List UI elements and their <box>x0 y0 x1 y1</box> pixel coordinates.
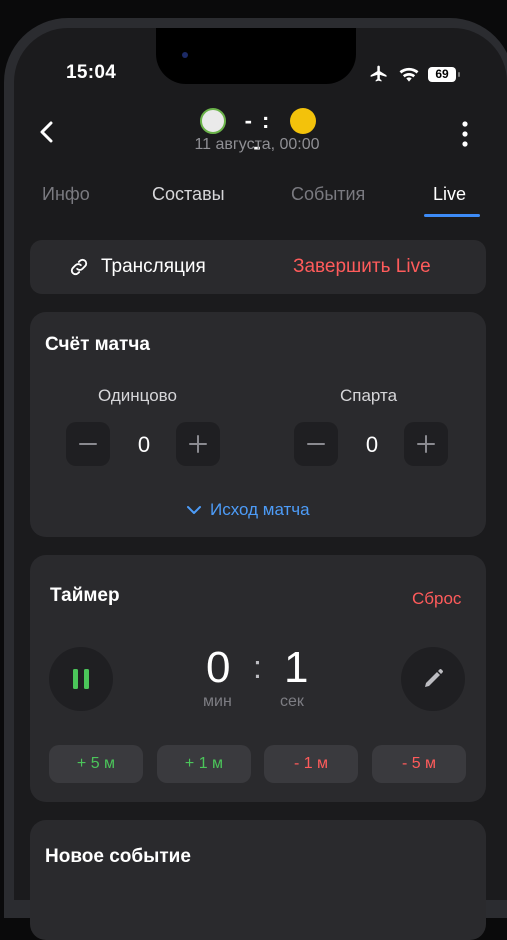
tab-live[interactable]: Live <box>433 184 466 205</box>
add-1-min-button[interactable]: + 1 м <box>157 745 251 783</box>
seconds-label: сек <box>280 693 304 710</box>
wifi-icon <box>399 67 419 82</box>
broadcast-button[interactable]: Трансляция <box>101 256 206 278</box>
timer-reset-button[interactable]: Сброс <box>412 589 461 609</box>
match-date: 11 августа, 00:00 <box>194 136 320 153</box>
subtract-1-min-button[interactable]: - 1 м <box>264 745 358 783</box>
end-live-button[interactable]: Завершить Live <box>293 256 431 278</box>
timer-card: Таймер Сброс 0 : 1 мин сек + 5 м + 1 м -… <box>30 555 486 802</box>
dynamic-island <box>156 28 356 84</box>
team2-increment-button[interactable] <box>404 422 448 466</box>
team1-increment-button[interactable] <box>176 422 220 466</box>
plus-icon <box>417 435 435 453</box>
timer-pause-button[interactable] <box>49 647 113 711</box>
score-card-title: Счёт матча <box>45 334 150 355</box>
match-outcome-label: Исход матча <box>210 500 310 519</box>
team1-name: Одинцово <box>98 386 177 405</box>
new-event-title: Новое событие <box>45 846 191 867</box>
timer-edit-button[interactable] <box>401 647 465 711</box>
pencil-icon <box>425 669 443 687</box>
new-event-card: Новое событие <box>30 820 486 940</box>
camera-icon <box>182 52 188 58</box>
add-5-min-button[interactable]: + 5 м <box>49 745 143 783</box>
team1-score: 0 <box>137 432 151 457</box>
match-score-card: Счёт матча Одинцово Спарта 0 0 Исход мат… <box>30 312 486 537</box>
active-tab-indicator <box>424 214 480 217</box>
timer-minutes: 0 <box>206 643 231 692</box>
timer-title: Таймер <box>50 585 120 606</box>
battery-icon: 69 <box>428 66 460 82</box>
timer-seconds: 1 <box>284 643 309 692</box>
tab-events[interactable]: События <box>291 184 365 205</box>
more-vertical-icon[interactable] <box>458 120 472 148</box>
tab-info[interactable]: Инфо <box>42 184 90 205</box>
tab-bar: Инфо Составы События Live <box>30 184 486 220</box>
pause-icon <box>73 669 89 689</box>
match-outcome-toggle[interactable]: Исход матча <box>186 500 310 520</box>
tab-lineups[interactable]: Составы <box>152 184 225 205</box>
team2-score: 0 <box>365 432 379 457</box>
timer-colon: : <box>253 649 262 685</box>
minus-icon <box>79 443 97 445</box>
plus-icon <box>189 435 207 453</box>
link-icon <box>70 258 88 276</box>
airplane-icon <box>370 65 387 82</box>
broadcast-card: Трансляция Завершить Live <box>30 240 486 294</box>
status-icons: 69 <box>368 62 460 86</box>
subtract-5-min-button[interactable]: - 5 м <box>372 745 466 783</box>
team1-logo <box>200 108 226 134</box>
team2-name: Спарта <box>340 386 398 405</box>
minutes-label: мин <box>203 693 232 710</box>
minus-icon <box>307 443 325 445</box>
back-arrow-icon[interactable] <box>36 118 58 146</box>
team1-decrement-button[interactable] <box>66 422 110 466</box>
team2-logo <box>290 108 316 134</box>
status-time: 15:04 <box>66 62 117 83</box>
chevron-down-icon <box>187 506 201 514</box>
team2-decrement-button[interactable] <box>294 422 338 466</box>
